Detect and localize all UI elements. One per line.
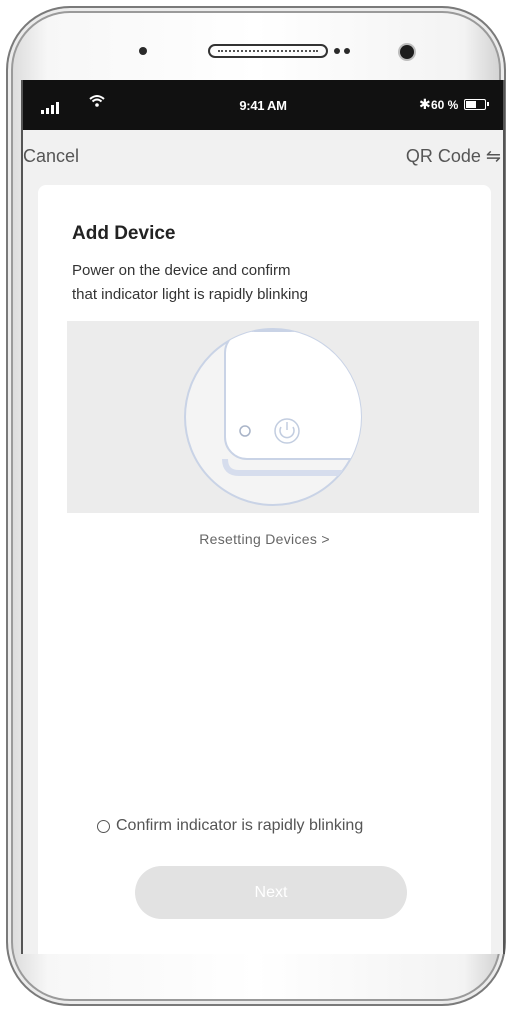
app-screen: 9:41 AM ✱ 60 % Cancel QR Code ⇋ Add Devi… [21,80,505,954]
confirm-label: Confirm indicator is rapidly blinking [116,817,364,834]
speaker-grille [208,44,328,58]
add-device-card: Add Device Power on the device and confi… [38,185,491,954]
bluetooth-icon: ✱ [419,96,431,112]
switch-arrows-icon: ⇋ [485,146,501,166]
battery-percent: 60 % [431,98,459,112]
sensor-dot-icon [334,48,340,54]
battery-icon [464,99,489,110]
front-camera-icon [400,45,414,59]
proximity-sensor-icon [139,47,147,55]
top-nav: Cancel QR Code ⇋ [23,130,503,182]
device-power-illustration [67,321,479,513]
battery-level-fill [466,101,477,108]
qr-code-button[interactable]: QR Code ⇋ [406,146,501,167]
status-bar: 9:41 AM ✱ 60 % [23,80,503,130]
next-button[interactable]: Next [135,866,407,919]
radio-unchecked-icon[interactable] [97,819,110,833]
instruction-text: Power on the device and confirm that ind… [72,259,392,307]
instruction-line-1: Power on the device and confirm [72,262,291,279]
qr-code-label: QR Code [405,146,481,166]
sensor-dot-icon [344,48,350,54]
cancel-button[interactable]: Cancel [23,146,79,167]
confirm-blinking-option[interactable]: Confirm indicator is rapidly blinking [97,817,363,835]
instruction-line-2: that indicator light is rapidly blinking [72,286,308,303]
phone-frame: 9:41 AM ✱ 60 % Cancel QR Code ⇋ Add Devi… [6,6,506,1006]
resetting-devices-link[interactable]: Resetting Devices > [38,531,491,547]
page-title: Add Device [72,223,176,244]
